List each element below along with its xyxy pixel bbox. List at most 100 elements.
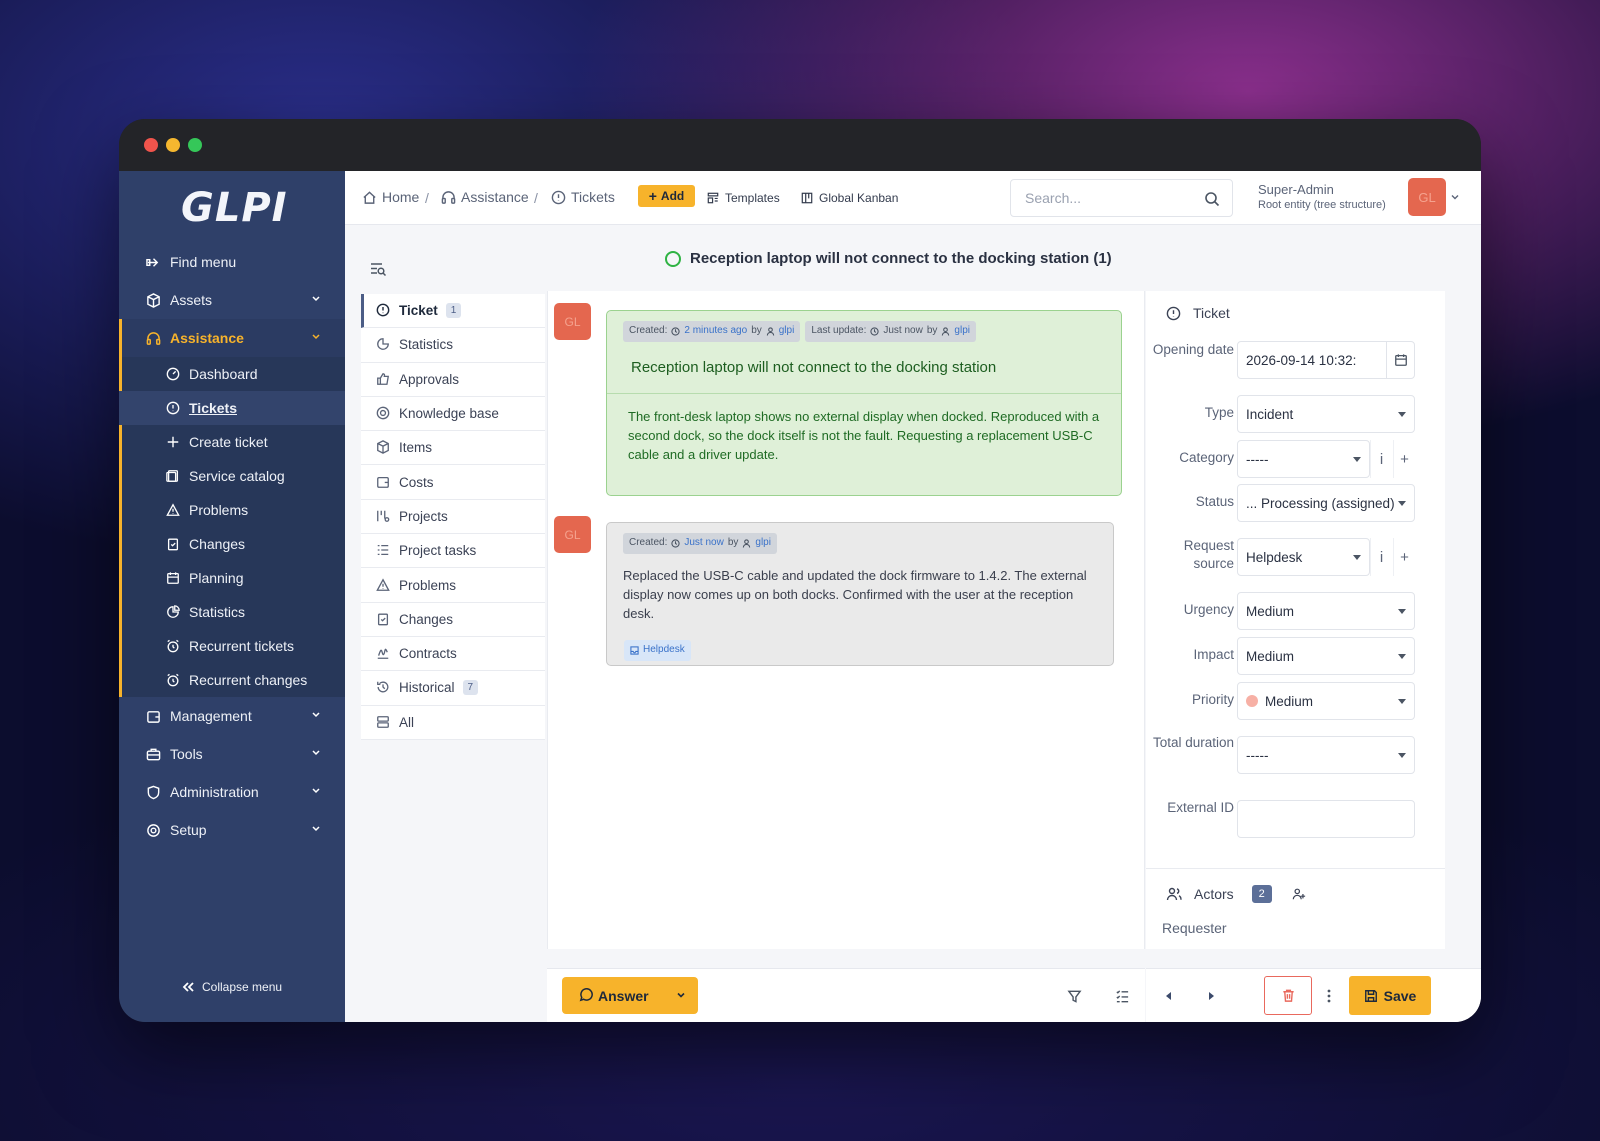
submenu-item-recurrent-tickets[interactable]: Recurrent tickets: [119, 629, 345, 663]
actors-section-header[interactable]: Actors 2: [1166, 885, 1306, 903]
wallet-icon: [376, 475, 391, 490]
previous-icon[interactable]: [1160, 987, 1178, 1005]
submenu-item-recurrent-changes[interactable]: Recurrent changes: [119, 663, 345, 697]
global-kanban-link[interactable]: Global Kanban: [801, 191, 898, 205]
search-input[interactable]: Search...: [1010, 179, 1233, 217]
tab-all[interactable]: All: [361, 705, 545, 740]
catalog-icon: [165, 469, 180, 484]
tab-label: Approvals: [399, 371, 460, 387]
user-info[interactable]: Super-Admin Root entity (tree structure): [1258, 182, 1386, 211]
type-select[interactable]: Incident: [1237, 395, 1415, 433]
sidebar-item-assistance[interactable]: Assistance: [119, 319, 345, 357]
collapse-menu-button[interactable]: Collapse menu: [181, 980, 282, 994]
filter-icon[interactable]: [1065, 987, 1083, 1005]
add-request-source-icon[interactable]: +: [1393, 538, 1415, 576]
divider: [1146, 868, 1445, 869]
next-icon[interactable]: [1202, 987, 1220, 1005]
author-link[interactable]: glpi: [954, 324, 970, 339]
close-window-button[interactable]: [144, 138, 158, 152]
sidebar-item-management[interactable]: Management: [119, 697, 345, 735]
submenu-item-problems[interactable]: Problems: [119, 493, 345, 527]
external-id-input[interactable]: [1237, 800, 1415, 838]
timeline-list-icon[interactable]: [1113, 987, 1131, 1005]
status-select[interactable]: ... Processing (assigned): [1237, 484, 1415, 522]
tab-knowledge-base[interactable]: Knowledge base: [361, 396, 545, 432]
avatar[interactable]: GL: [1408, 178, 1446, 216]
tab-project-tasks[interactable]: Project tasks: [361, 534, 545, 569]
submenu-item-planning[interactable]: Planning: [119, 561, 345, 595]
select-arrow-icon: [1398, 501, 1406, 506]
sidebar-item-tools[interactable]: Tools: [119, 735, 345, 773]
submenu-item-dashboard[interactable]: Dashboard: [119, 357, 345, 391]
sidebar-item-administration[interactable]: Administration: [119, 773, 345, 811]
breadcrumb-assistance[interactable]: Assistance: [441, 189, 529, 205]
user-icon: [766, 327, 775, 336]
breadcrumb-tickets[interactable]: Tickets: [551, 189, 615, 205]
tab-statistics[interactable]: Statistics: [361, 328, 545, 363]
external-id-label: External ID: [1167, 800, 1234, 815]
avatar[interactable]: GL: [554, 516, 591, 553]
tab-changes[interactable]: Changes: [361, 602, 545, 637]
submenu-item-service-catalog[interactable]: Service catalog: [119, 459, 345, 493]
tab-projects[interactable]: Projects: [361, 499, 545, 535]
urgency-select[interactable]: Medium: [1237, 592, 1415, 630]
fields-header-label: Ticket: [1193, 305, 1230, 321]
info-icon[interactable]: i: [1370, 538, 1392, 576]
tab-label: Historical: [399, 680, 455, 696]
clipboard-check-icon: [376, 612, 391, 627]
submenu-item-statistics[interactable]: Statistics: [119, 595, 345, 629]
templates-link[interactable]: Templates: [707, 191, 780, 205]
sidebar-item-assets[interactable]: Assets: [119, 281, 345, 319]
glpi-logo[interactable]: GLPI: [181, 185, 288, 231]
delete-button[interactable]: [1264, 976, 1312, 1015]
info-icon[interactable]: i: [1370, 440, 1392, 478]
assistance-submenu: Dashboard Tickets Create ticket Service …: [119, 357, 345, 697]
wallet-icon: [145, 708, 161, 724]
submenu-item-create-ticket[interactable]: Create ticket: [119, 425, 345, 459]
tab-historical[interactable]: Historical 7: [361, 671, 545, 706]
submenu-item-tickets[interactable]: Tickets: [119, 391, 345, 425]
submenu-item-label: Statistics: [189, 604, 246, 620]
author-link[interactable]: glpi: [755, 536, 771, 551]
double-chevron-left-icon: [182, 982, 194, 992]
select-arrow-icon: [1398, 412, 1406, 417]
tab-costs[interactable]: Costs: [361, 465, 545, 500]
submenu-item-label: Create ticket: [189, 434, 268, 450]
category-select[interactable]: -----: [1237, 440, 1370, 478]
sidebar-item-setup[interactable]: Setup: [119, 811, 345, 849]
add-button[interactable]: + Add: [638, 185, 695, 207]
breadcrumb-home[interactable]: Home: [362, 189, 419, 205]
timeline-footer: Answer: [547, 968, 1145, 1022]
impact-select[interactable]: Medium: [1237, 637, 1415, 675]
breadcrumb-separator: /: [534, 190, 538, 206]
priority-select[interactable]: Medium: [1237, 682, 1415, 720]
opening-date-input[interactable]: 2026-09-14 10:32:: [1237, 341, 1387, 379]
tab-ticket[interactable]: Ticket 1: [361, 294, 545, 329]
select-arrow-icon: [1353, 457, 1361, 462]
chevron-down-icon[interactable]: [1450, 192, 1460, 202]
save-button[interactable]: Save: [1349, 976, 1431, 1015]
sidebar-item-label: Setup: [170, 822, 207, 838]
actors-label: Actors: [1194, 886, 1234, 902]
search-icon[interactable]: [1204, 191, 1220, 207]
calendar-button[interactable]: [1386, 341, 1415, 379]
author-link[interactable]: glpi: [779, 324, 795, 339]
sidebar-item-find-menu[interactable]: Find menu: [119, 243, 345, 281]
chevron-down-icon[interactable]: [676, 990, 686, 1000]
add-category-icon[interactable]: +: [1393, 440, 1415, 478]
tab-approvals[interactable]: Approvals: [361, 362, 545, 397]
request-source-select[interactable]: Helpdesk: [1237, 538, 1370, 576]
submenu-item-changes[interactable]: Changes: [119, 527, 345, 561]
tab-contracts[interactable]: Contracts: [361, 636, 545, 672]
add-user-icon[interactable]: [1292, 887, 1306, 901]
tab-problems[interactable]: Problems: [361, 568, 545, 603]
answer-button[interactable]: Answer: [562, 977, 698, 1014]
home-icon: [362, 190, 377, 205]
more-actions-icon[interactable]: [1320, 987, 1338, 1005]
avatar[interactable]: GL: [554, 303, 591, 340]
minimize-window-button[interactable]: [166, 138, 180, 152]
toggle-panel-icon[interactable]: [369, 260, 387, 278]
total-duration-select[interactable]: -----: [1237, 736, 1415, 774]
maximize-window-button[interactable]: [188, 138, 202, 152]
tab-items[interactable]: Items: [361, 431, 545, 466]
